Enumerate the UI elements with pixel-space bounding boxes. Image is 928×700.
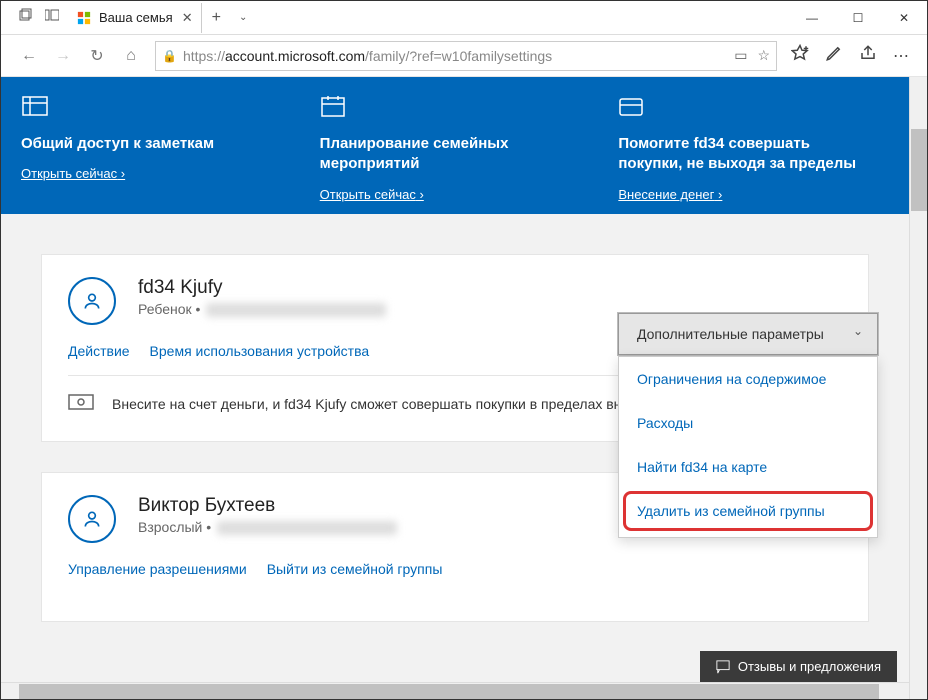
members-list: fd34 Kjufy Ребенок • Действие Время испо…: [1, 214, 909, 622]
forward-button[interactable]: →: [53, 47, 73, 65]
feedback-icon: [716, 660, 730, 674]
feedback-button[interactable]: Отзывы и предложения: [700, 651, 897, 682]
refresh-button[interactable]: ↻: [87, 46, 107, 66]
wallet-icon: [618, 95, 889, 124]
member-links: Управление разрешениями Выйти из семейно…: [68, 561, 842, 577]
share-icon[interactable]: [859, 44, 877, 67]
avatar: [68, 495, 116, 543]
page-content: Общий доступ к заметкам Открыть сейчас П…: [1, 77, 909, 682]
menu-item-remove-from-family[interactable]: Удалить из семейной группы: [623, 491, 873, 531]
browser-tabs: Ваша семья ✕ + ⌄: [65, 1, 255, 35]
minimize-button[interactable]: —: [789, 1, 835, 35]
member-email-blurred: [206, 303, 386, 317]
notes-icon[interactable]: [825, 44, 843, 67]
member-link-leave-family[interactable]: Выйти из семейной группы: [267, 561, 443, 577]
member-name: Виктор Бухтеев: [138, 495, 397, 517]
cascade-icon: [19, 8, 33, 27]
hero-card-action[interactable]: Открыть сейчас: [21, 166, 125, 181]
home-button[interactable]: ⌂: [121, 47, 141, 65]
member-card: fd34 Kjufy Ребенок • Действие Время испо…: [41, 254, 869, 442]
vertical-scrollbar[interactable]: [909, 77, 927, 699]
window-shell-icons: [1, 8, 59, 27]
member-link-screentime[interactable]: Время использования устройства: [150, 343, 370, 359]
hero-card-money: Помогите fd34 совершать покупки, не выхо…: [618, 95, 889, 204]
hero-card-action[interactable]: Внесение денег: [618, 187, 722, 202]
back-button[interactable]: ←: [19, 47, 39, 65]
hero-cards: Общий доступ к заметкам Открыть сейчас П…: [1, 77, 909, 214]
hero-card-title: Общий доступ к заметкам: [21, 134, 261, 154]
member-role: Ребенок •: [138, 301, 386, 317]
favorites-hub-icon[interactable]: [791, 44, 809, 67]
hero-card-title: Помогите fd34 совершать покупки, не выхо…: [618, 134, 858, 175]
hero-card-calendar: Планирование семейных мероприятий Открыт…: [320, 95, 591, 204]
hero-card-action[interactable]: Открыть сейчас: [320, 187, 424, 202]
member-email-blurred: [217, 521, 397, 535]
ms-favicon-icon: [77, 11, 91, 25]
more-options-dropdown[interactable]: Дополнительные параметры: [618, 313, 878, 355]
sidebyside-icon: [45, 8, 59, 27]
tab-dropdown-icon[interactable]: ⌄: [231, 12, 255, 23]
more-options-menu: Ограничения на содержимое Расходы Найти …: [618, 356, 878, 538]
toolbar-right-icons: ⋯: [791, 44, 909, 67]
calendar-icon: [320, 95, 591, 124]
page-viewport: Общий доступ к заметкам Открыть сейчас П…: [1, 77, 927, 699]
url-text: https://account.microsoft.com/family/?re…: [183, 48, 552, 64]
hero-card-notes: Общий доступ к заметкам Открыть сейчас: [21, 95, 292, 204]
address-bar[interactable]: 🔒 https://account.microsoft.com/family/?…: [155, 41, 777, 71]
reading-view-icon[interactable]: ▭: [734, 47, 747, 64]
feedback-label: Отзывы и предложения: [738, 659, 881, 674]
menu-item-spending[interactable]: Расходы: [619, 401, 877, 445]
browser-toolbar: ← → ↻ ⌂ 🔒 https://account.microsoft.com/…: [1, 35, 927, 77]
active-tab[interactable]: Ваша семья ✕: [65, 3, 202, 33]
hero-card-title: Планирование семейных мероприятий: [320, 134, 560, 175]
member-link-activity[interactable]: Действие: [68, 343, 130, 359]
notebook-icon: [21, 95, 292, 124]
close-button[interactable]: ✕: [881, 1, 927, 35]
lock-icon: 🔒: [162, 49, 177, 63]
window-controls: — ☐ ✕: [789, 1, 927, 35]
horizontal-scrollbar[interactable]: [1, 682, 909, 699]
window-titlebar: Ваша семья ✕ + ⌄ — ☐ ✕: [1, 1, 927, 35]
new-tab-button[interactable]: +: [202, 9, 231, 27]
avatar: [68, 277, 116, 325]
tab-title: Ваша семья: [99, 10, 173, 25]
member-link-permissions[interactable]: Управление разрешениями: [68, 561, 247, 577]
more-icon[interactable]: ⋯: [893, 46, 909, 66]
favorite-icon[interactable]: ☆: [757, 47, 770, 64]
menu-item-find-on-map[interactable]: Найти fd34 на карте: [619, 445, 877, 489]
money-icon: [68, 394, 94, 419]
close-tab-icon[interactable]: ✕: [182, 10, 193, 26]
member-name: fd34 Kjufy: [138, 277, 386, 299]
member-role: Взрослый •: [138, 519, 397, 535]
maximize-button[interactable]: ☐: [835, 1, 881, 35]
menu-item-content-restrictions[interactable]: Ограничения на содержимое: [619, 357, 877, 401]
